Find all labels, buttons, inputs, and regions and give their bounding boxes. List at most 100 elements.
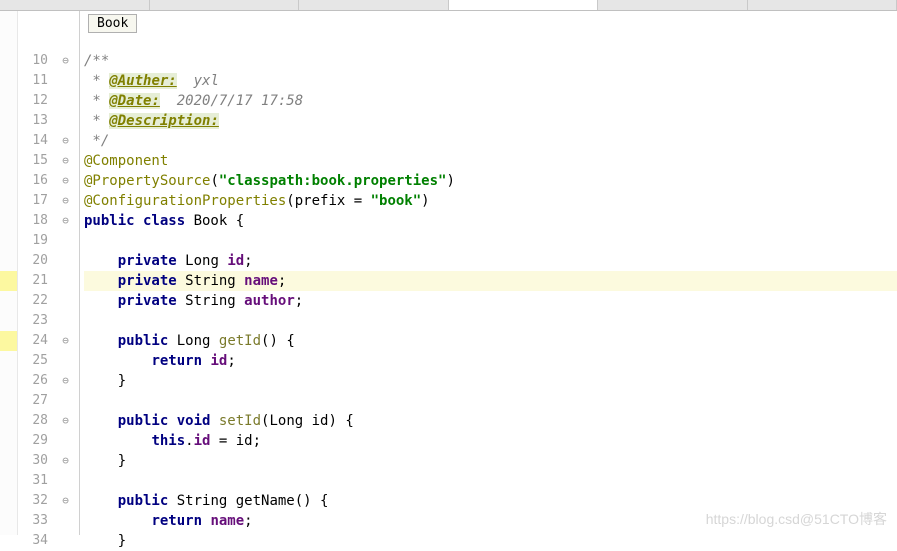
breakpoint-cell[interactable] bbox=[0, 331, 17, 351]
code-line[interactable] bbox=[84, 231, 897, 251]
code-line[interactable]: } bbox=[84, 371, 897, 391]
code-line[interactable]: public void setId(Long id) { bbox=[84, 411, 897, 431]
code-line[interactable]: public Long getId() { bbox=[84, 331, 897, 351]
fold-toggle bbox=[52, 91, 79, 111]
fold-toggle[interactable] bbox=[52, 331, 79, 351]
breakpoint-cell[interactable] bbox=[0, 371, 17, 391]
code-token: ; bbox=[295, 293, 303, 309]
breakpoint-cell[interactable] bbox=[0, 351, 17, 371]
breakpoint-cell[interactable] bbox=[0, 191, 17, 211]
code-line[interactable]: /** bbox=[84, 51, 897, 71]
code-token bbox=[84, 293, 118, 309]
code-token bbox=[84, 253, 118, 269]
code-line[interactable]: @PropertySource("classpath:book.properti… bbox=[84, 171, 897, 191]
code-line[interactable]: @ConfigurationProperties(prefix = "book"… bbox=[84, 191, 897, 211]
code-line[interactable]: } bbox=[84, 531, 897, 551]
code-line[interactable] bbox=[84, 311, 897, 331]
hover-tooltip: Book bbox=[88, 14, 137, 33]
code-line[interactable]: * @Auther: yxl bbox=[84, 71, 897, 91]
breakpoint-cell[interactable] bbox=[0, 451, 17, 471]
tab-slot[interactable] bbox=[299, 0, 449, 10]
code-line[interactable]: @Component bbox=[84, 151, 897, 171]
code-token: ) bbox=[421, 193, 429, 209]
fold-toggle[interactable] bbox=[52, 371, 79, 391]
code-line[interactable]: } bbox=[84, 451, 897, 471]
code-editor[interactable]: 1011121314151617181920212223242526272829… bbox=[0, 11, 897, 535]
code-line[interactable]: private String author; bbox=[84, 291, 897, 311]
line-number: 22 bbox=[18, 291, 52, 311]
fold-toggle[interactable] bbox=[52, 151, 79, 171]
fold-toggle bbox=[52, 271, 79, 291]
breakpoint-cell[interactable] bbox=[0, 151, 17, 171]
code-line[interactable]: */ bbox=[84, 131, 897, 151]
code-token: setId bbox=[219, 413, 261, 429]
code-token: Long bbox=[185, 253, 227, 269]
code-token: String bbox=[185, 293, 244, 309]
code-token: public void bbox=[118, 413, 219, 429]
breakpoint-cell[interactable] bbox=[0, 51, 17, 71]
code-token: * bbox=[84, 93, 109, 109]
breakpoint-cell[interactable] bbox=[0, 271, 17, 291]
code-line[interactable]: return id; bbox=[84, 351, 897, 371]
tab-slot[interactable] bbox=[598, 0, 748, 10]
code-token: ; bbox=[278, 273, 286, 289]
code-line[interactable]: private Long id; bbox=[84, 251, 897, 271]
code-line[interactable]: * @Description: bbox=[84, 111, 897, 131]
breakpoint-cell[interactable] bbox=[0, 311, 17, 331]
code-token: @Date: bbox=[109, 93, 160, 109]
line-number: 18 bbox=[18, 211, 52, 231]
code-area[interactable]: /** * @Auther: yxl * @Date: 2020/7/17 17… bbox=[80, 11, 897, 535]
breakpoint-cell[interactable] bbox=[0, 471, 17, 491]
code-line[interactable]: public class Book { bbox=[84, 211, 897, 231]
line-number: 21 bbox=[18, 271, 52, 291]
breakpoint-cell[interactable] bbox=[0, 71, 17, 91]
code-token: ; bbox=[227, 353, 235, 369]
fold-toggle[interactable] bbox=[52, 51, 79, 71]
breakpoint-gutter[interactable] bbox=[0, 11, 18, 535]
code-line[interactable]: return name; bbox=[84, 511, 897, 531]
breakpoint-cell[interactable] bbox=[0, 251, 17, 271]
code-token: private bbox=[118, 273, 185, 289]
line-number: 20 bbox=[18, 251, 52, 271]
breakpoint-cell[interactable] bbox=[0, 511, 17, 531]
code-line[interactable] bbox=[84, 471, 897, 491]
tab-slot[interactable] bbox=[150, 0, 300, 10]
breakpoint-cell[interactable] bbox=[0, 291, 17, 311]
code-token: public bbox=[118, 493, 177, 509]
fold-toggle[interactable] bbox=[52, 131, 79, 151]
breakpoint-cell[interactable] bbox=[0, 391, 17, 411]
breakpoint-cell[interactable] bbox=[0, 171, 17, 191]
tab-slot[interactable] bbox=[0, 0, 150, 10]
code-line[interactable]: this.id = id; bbox=[84, 431, 897, 451]
code-line[interactable]: * @Date: 2020/7/17 17:58 bbox=[84, 91, 897, 111]
tab-slot[interactable] bbox=[748, 0, 897, 10]
code-line[interactable] bbox=[84, 391, 897, 411]
tab-bar[interactable] bbox=[0, 0, 897, 11]
tab-slot-active[interactable] bbox=[449, 0, 599, 10]
fold-toggle[interactable] bbox=[52, 191, 79, 211]
code-line[interactable]: public String getName() { bbox=[84, 491, 897, 511]
breakpoint-cell[interactable] bbox=[0, 531, 17, 551]
code-token: */ bbox=[84, 133, 109, 149]
breakpoint-cell[interactable] bbox=[0, 131, 17, 151]
breakpoint-cell[interactable] bbox=[0, 211, 17, 231]
fold-gutter[interactable] bbox=[52, 11, 80, 535]
fold-toggle bbox=[52, 311, 79, 331]
fold-toggle bbox=[52, 291, 79, 311]
code-line[interactable]: private String name; bbox=[84, 271, 897, 291]
fold-toggle[interactable] bbox=[52, 171, 79, 191]
fold-toggle bbox=[52, 511, 79, 531]
breakpoint-cell[interactable] bbox=[0, 411, 17, 431]
breakpoint-cell[interactable] bbox=[0, 231, 17, 251]
line-number-gutter: 1011121314151617181920212223242526272829… bbox=[18, 11, 52, 535]
fold-toggle[interactable] bbox=[52, 491, 79, 511]
fold-toggle[interactable] bbox=[52, 211, 79, 231]
breakpoint-cell[interactable] bbox=[0, 91, 17, 111]
breakpoint-cell[interactable] bbox=[0, 431, 17, 451]
code-token: id bbox=[210, 353, 227, 369]
breakpoint-cell[interactable] bbox=[0, 491, 17, 511]
breakpoint-cell[interactable] bbox=[0, 111, 17, 131]
line-number: 16 bbox=[18, 171, 52, 191]
fold-toggle[interactable] bbox=[52, 411, 79, 431]
fold-toggle[interactable] bbox=[52, 451, 79, 471]
